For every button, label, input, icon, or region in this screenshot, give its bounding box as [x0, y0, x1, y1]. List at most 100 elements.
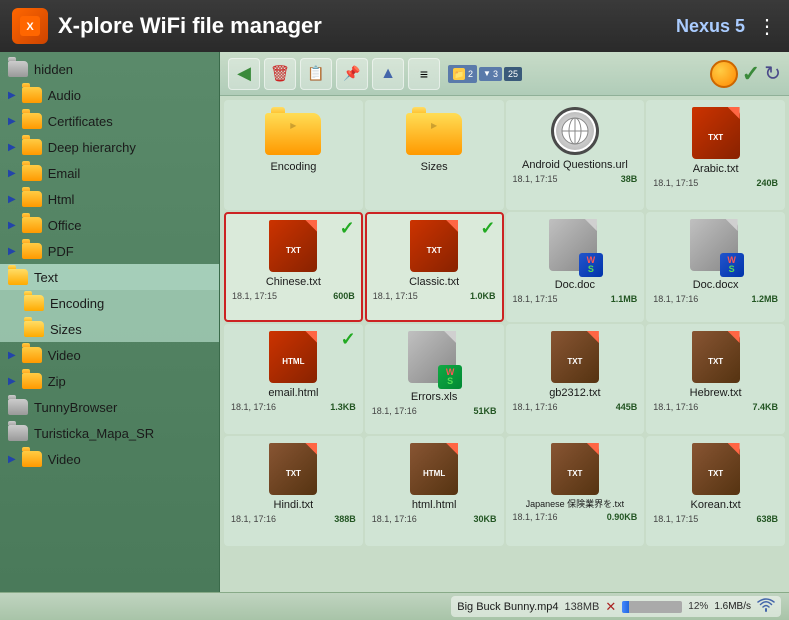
file-size: 445B [616, 402, 638, 412]
file-cell-chinese[interactable]: ✓ TXT Chinese.txt 18.1, 17:15 600B [224, 212, 363, 322]
title-left: X X-plore WiFi file manager [12, 8, 322, 44]
sidebar-item-video2[interactable]: ▶ Video [0, 446, 219, 472]
arrow-right-icon: ▶ [8, 246, 16, 257]
file-size: 0.90KB [607, 512, 638, 522]
check-icon: ✓ [742, 61, 760, 87]
folder-icon [22, 243, 42, 259]
sidebar-item-office[interactable]: ▶ Office [0, 212, 219, 238]
sidebar-item-sizes[interactable]: Sizes [0, 316, 219, 342]
file-size: 1.1MB [611, 294, 638, 304]
download-item: Big Buck Bunny.mp4 138MB ✕ 12% 1.6MB/s [451, 596, 781, 617]
sidebar-item-label: Audio [48, 88, 81, 103]
txt-icon: TXT [692, 443, 740, 495]
download-size: 138MB [565, 601, 600, 613]
file-meta: 18.1, 17:16 445B [511, 402, 640, 412]
file-cell-errors-xls[interactable]: W S Errors.xls 18.1, 17:16 51KB [365, 324, 504, 434]
badge-sub: ▼ [483, 69, 491, 78]
badge-sub-num: 3 [493, 69, 498, 79]
folder-icon [22, 113, 42, 129]
file-cell-gb2312[interactable]: TXT gb2312.txt 18.1, 17:16 445B [506, 324, 645, 434]
file-cell-korean[interactable]: TXT Korean.txt 18.1, 17:15 638B [646, 436, 785, 546]
file-meta: 18.1, 17:16 7.4KB [651, 402, 780, 412]
file-cell-docx[interactable]: W S Doc.docx 18.1, 17:16 1.2MB [646, 212, 785, 322]
sidebar-item-tunny[interactable]: TunnyBrowser [0, 394, 219, 420]
file-date: 18.1, 17:16 [513, 512, 558, 522]
folder-icon [22, 451, 42, 467]
sidebar-item-html[interactable]: ▶ Html [0, 186, 219, 212]
file-name: Hebrew.txt [690, 387, 742, 400]
file-meta: 18.1, 17:15 638B [651, 514, 780, 524]
file-cell-doc[interactable]: W S Doc.doc 18.1, 17:15 1.1MB [506, 212, 645, 322]
folder-icon [22, 347, 42, 363]
sidebar-item-audio[interactable]: ▶ Audio [0, 82, 219, 108]
sidebar-item-video[interactable]: ▶ Video [0, 342, 219, 368]
sidebar-item-hidden[interactable]: hidden [0, 56, 219, 82]
file-meta: 18.1, 17:15 240B [651, 178, 780, 188]
sidebar-item-label: Encoding [50, 296, 104, 311]
up-button[interactable]: ▲ [372, 58, 404, 90]
sidebar-item-label: TunnyBrowser [34, 400, 117, 415]
txt-icon: TXT [551, 331, 599, 383]
file-cell-classic[interactable]: ✓ TXT Classic.txt 18.1, 17:15 1.0KB [365, 212, 504, 322]
file-size: 600B [333, 291, 355, 301]
file-date: 18.1, 17:16 [231, 402, 276, 412]
file-cell-email-html[interactable]: ✓ HTML email.html 18.1, 17:16 1.3KB [224, 324, 363, 434]
file-cell-sizes[interactable]: ▶ Sizes [365, 100, 504, 210]
selected-count-badge: 📁 2 [448, 65, 477, 83]
file-cell-html-html[interactable]: HTML html.html 18.1, 17:16 30KB [365, 436, 504, 546]
sidebar-item-encoding[interactable]: Encoding [0, 290, 219, 316]
sidebar-item-text[interactable]: Text [0, 264, 219, 290]
file-meta: 18.1, 17:15 38B [511, 174, 640, 184]
file-cell-android-url[interactable]: Android Questions.url 18.1, 17:15 38B [506, 100, 645, 210]
file-cell-hebrew[interactable]: TXT Hebrew.txt 18.1, 17:16 7.4KB [646, 324, 785, 434]
sidebar-item-deep-hierarchy[interactable]: ▶ Deep hierarchy [0, 134, 219, 160]
folder-open-icon [24, 321, 44, 337]
badge-num: 2 [468, 69, 473, 79]
sort-button[interactable]: ≡ [408, 58, 440, 90]
main-content: hidden ▶ Audio ▶ Certificates ▶ Deep hie… [0, 52, 789, 592]
folder-gray-icon [8, 399, 28, 415]
arrow-right-icon: ▶ [8, 194, 16, 205]
file-meta: 18.1, 17:16 0.90KB [511, 512, 640, 522]
file-name: Doc.docx [693, 279, 739, 292]
refresh-icon[interactable]: ↻ [764, 61, 781, 86]
file-cell-arabic[interactable]: TXT Arabic.txt 18.1, 17:15 240B [646, 100, 785, 210]
arrow-right-icon: ▶ [8, 376, 16, 387]
file-name: Encoding [270, 161, 316, 174]
wifi-icon [757, 598, 775, 615]
file-size: 51KB [473, 406, 496, 416]
copy-button[interactable]: 📋 [300, 58, 332, 90]
file-size: 388B [334, 514, 356, 524]
sidebar-item-pdf[interactable]: ▶ PDF [0, 238, 219, 264]
sidebar-item-certificates[interactable]: ▶ Certificates [0, 108, 219, 134]
file-cell-encoding[interactable]: ▶ Encoding [224, 100, 363, 210]
sidebar-item-zip[interactable]: ▶ Zip [0, 368, 219, 394]
paste-button[interactable]: 📌 [336, 58, 368, 90]
arrow-right-icon: ▶ [8, 220, 16, 231]
menu-button[interactable]: ⋮ [757, 14, 777, 39]
txt-icon: TXT [692, 107, 740, 159]
file-date: 18.1, 17:15 [232, 291, 277, 301]
txt-icon: TXT [410, 220, 458, 272]
toolbar: ◀ 🗑 📋 📌 ▲ ≡ 📁 2 ▼ 3 25 [220, 52, 789, 96]
folder-icon [22, 87, 42, 103]
file-meta: 18.1, 17:16 30KB [370, 514, 499, 524]
folder-icon [22, 165, 42, 181]
check-mark: ✓ [480, 218, 495, 239]
file-meta: 18.1, 17:16 51KB [370, 406, 499, 416]
back-button[interactable]: ◀ [228, 58, 260, 90]
folder-gray-icon [8, 61, 28, 77]
file-cell-japanese[interactable]: TXT Japanese 保険業界を.txt 18.1, 17:16 0.90K… [506, 436, 645, 546]
sidebar-item-turisticka[interactable]: Turisticka_Mapa_SR [0, 420, 219, 446]
txt-icon: TXT [551, 443, 599, 495]
file-date: 18.1, 17:16 [653, 402, 698, 412]
file-size: 1.2MB [751, 294, 778, 304]
txt-icon: TXT [269, 443, 317, 495]
file-name: Arabic.txt [693, 163, 739, 176]
file-cell-hindi[interactable]: TXT Hindi.txt 18.1, 17:16 388B [224, 436, 363, 546]
arrow-right-icon: ▶ [8, 168, 16, 179]
sidebar-item-email[interactable]: ▶ Email [0, 160, 219, 186]
download-close-button[interactable]: ✕ [605, 599, 616, 615]
delete-button[interactable]: 🗑 [264, 58, 296, 90]
status-circle [710, 60, 738, 88]
